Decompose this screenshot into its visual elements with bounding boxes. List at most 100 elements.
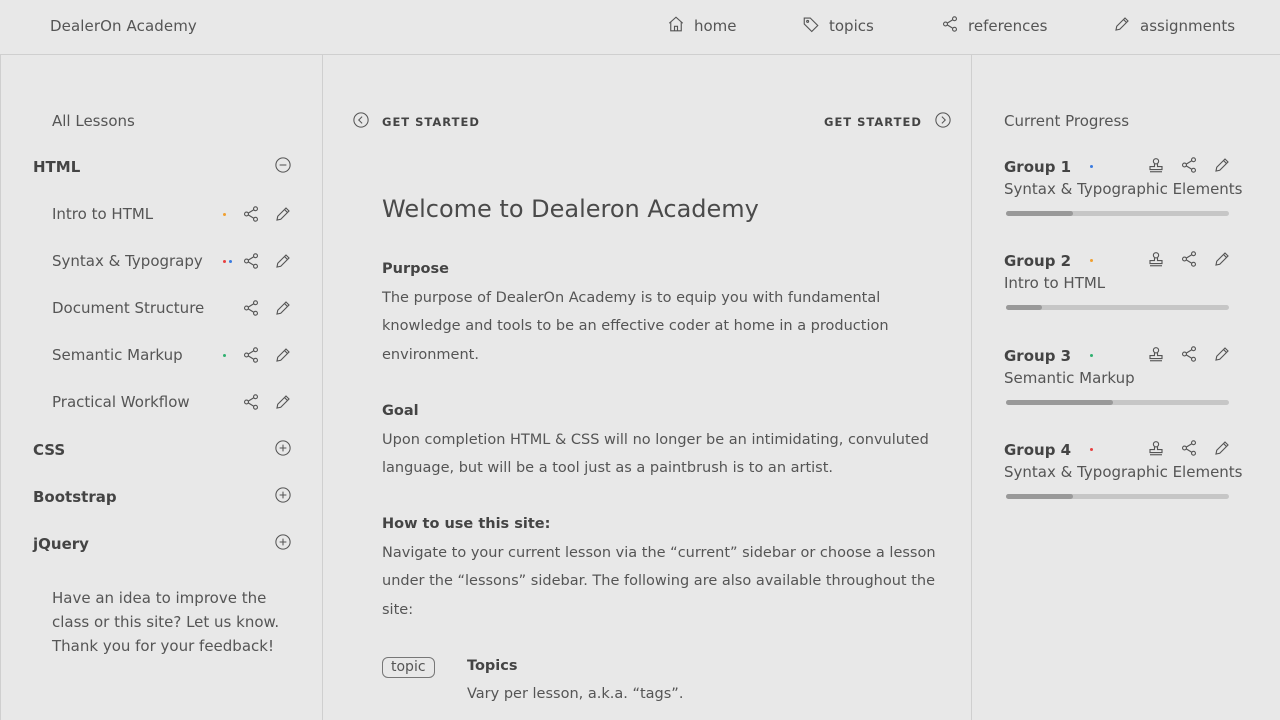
share-icon[interactable] <box>242 299 260 317</box>
chevron-right-circle-icon <box>934 111 952 132</box>
feedback-note: Have an idea to improve the class or thi… <box>52 589 280 655</box>
status-dot <box>1090 165 1093 168</box>
pencil-icon[interactable] <box>274 299 292 317</box>
lesson-syntax-typography[interactable]: Syntax & Typograpy <box>52 249 302 273</box>
group-jquery-label: jQuery <box>33 535 89 553</box>
lesson-label: Practical Workflow <box>52 393 190 411</box>
status-dot <box>223 213 226 216</box>
topics-text: Vary per lesson, a.k.a. “tags”. <box>467 686 684 702</box>
nav-assignments[interactable]: assignments <box>1113 15 1235 37</box>
lesson-label: Document Structure <box>52 299 205 317</box>
status-dot <box>1090 448 1093 451</box>
group-lesson: Syntax & Typographic Elements <box>1004 180 1243 198</box>
chevron-left-circle-icon <box>352 111 370 132</box>
topic-tag-chip[interactable]: topic <box>382 657 435 678</box>
share-icon[interactable] <box>242 252 260 270</box>
goal-text: Upon completion HTML & CSS will no longe… <box>382 432 929 477</box>
expand-css-icon[interactable] <box>274 439 292 457</box>
group-name: Group 4 <box>1004 441 1072 459</box>
nav-topics-label: topics <box>829 17 874 35</box>
pencil-icon <box>1113 15 1131 37</box>
progress-title: Current Progress <box>1004 112 1130 130</box>
group-css[interactable]: CSS <box>33 438 261 462</box>
topics-heading: Topics <box>467 658 518 674</box>
lesson-semantic-markup[interactable]: Semantic Markup <box>52 343 302 367</box>
progress-bar-fill <box>1006 305 1042 310</box>
status-dot <box>229 260 232 263</box>
stamp-icon[interactable] <box>1147 439 1165 457</box>
nav-home[interactable]: home <box>667 15 737 37</box>
stamp-icon[interactable] <box>1147 250 1165 268</box>
status-dot <box>223 260 226 263</box>
purpose-heading: Purpose <box>382 261 449 277</box>
group-name: Group 2 <box>1004 252 1072 270</box>
group-lesson: Syntax & Typographic Elements <box>1004 463 1243 481</box>
tag-icon <box>802 15 820 37</box>
page-title: Welcome to Dealeron Academy <box>382 195 759 223</box>
pencil-icon[interactable] <box>1213 250 1231 268</box>
nav-home-label: home <box>694 17 737 35</box>
group-lesson: Semantic Markup <box>1004 369 1135 387</box>
stamp-icon[interactable] <box>1147 345 1165 363</box>
lessons-sidebar: All Lessons HTML Intro to HTML Syntax & … <box>0 55 323 720</box>
group-bootstrap-label: Bootstrap <box>33 488 117 506</box>
lesson-label: Intro to HTML <box>52 205 154 223</box>
lesson-label: Syntax & Typograpy <box>52 252 203 270</box>
next-page-label: GET STARTED <box>824 114 922 129</box>
status-dot <box>1090 259 1093 262</box>
nav-topics[interactable]: topics <box>802 15 874 37</box>
howto-heading: How to use this site: <box>382 516 551 532</box>
progress-sidebar: Current Progress Group 1 Syntax & Typogr… <box>972 55 1280 720</box>
next-page-link[interactable]: GET STARTED <box>824 111 952 132</box>
group-jquery[interactable]: jQuery <box>33 532 261 556</box>
brand-logo-text[interactable]: DealerOn Academy <box>50 17 197 35</box>
prev-page-label: GET STARTED <box>382 114 480 129</box>
share-icon[interactable] <box>242 346 260 364</box>
pencil-icon[interactable] <box>274 393 292 411</box>
share-icon[interactable] <box>242 393 260 411</box>
progress-bar-fill <box>1006 494 1073 499</box>
group-name: Group 1 <box>1004 158 1072 176</box>
group-bootstrap[interactable]: Bootstrap <box>33 485 261 509</box>
nav-assignments-label: assignments <box>1140 17 1236 35</box>
nav-references[interactable]: references <box>941 15 1047 37</box>
pencil-icon[interactable] <box>274 252 292 270</box>
prev-page-link[interactable]: GET STARTED <box>352 111 480 132</box>
progress-bar <box>1006 494 1229 499</box>
share-icon[interactable] <box>1180 439 1198 457</box>
lesson-document-structure[interactable]: Document Structure <box>52 296 302 320</box>
pencil-icon[interactable] <box>1213 345 1231 363</box>
group-html[interactable]: HTML <box>33 155 261 179</box>
share-icon[interactable] <box>242 205 260 223</box>
share-icon[interactable] <box>1180 250 1198 268</box>
group-html-label: HTML <box>33 158 81 176</box>
group-name: Group 3 <box>1004 347 1072 365</box>
progress-bar-fill <box>1006 400 1114 405</box>
pencil-icon[interactable] <box>1213 439 1231 457</box>
collapse-html-icon[interactable] <box>274 156 292 174</box>
lesson-practical-workflow[interactable]: Practical Workflow <box>52 390 302 414</box>
howto-text: Navigate to your current lesson via the … <box>382 545 936 618</box>
group-lesson: Intro to HTML <box>1004 274 1106 292</box>
home-icon <box>667 15 685 37</box>
status-dot <box>1090 354 1093 357</box>
goal-heading: Goal <box>382 403 419 419</box>
pencil-icon[interactable] <box>1213 156 1231 174</box>
group-css-label: CSS <box>33 441 66 459</box>
share-icon[interactable] <box>1180 345 1198 363</box>
stamp-icon[interactable] <box>1147 156 1165 174</box>
progress-bar <box>1006 305 1229 310</box>
expand-jquery-icon[interactable] <box>274 533 292 551</box>
top-navbar: DealerOn Academy home topics references … <box>0 0 1280 55</box>
pencil-icon[interactable] <box>274 346 292 364</box>
pencil-icon[interactable] <box>274 205 292 223</box>
status-dot <box>223 354 226 357</box>
share-icon[interactable] <box>1180 156 1198 174</box>
expand-bootstrap-icon[interactable] <box>274 486 292 504</box>
progress-bar <box>1006 400 1229 405</box>
main-content: GET STARTED GET STARTED Welcome to Deale… <box>323 55 972 720</box>
progress-bar-fill <box>1006 211 1073 216</box>
nav-references-label: references <box>968 17 1048 35</box>
lessons-sidebar-title: All Lessons <box>52 112 135 130</box>
lesson-intro-to-html[interactable]: Intro to HTML <box>52 202 302 226</box>
